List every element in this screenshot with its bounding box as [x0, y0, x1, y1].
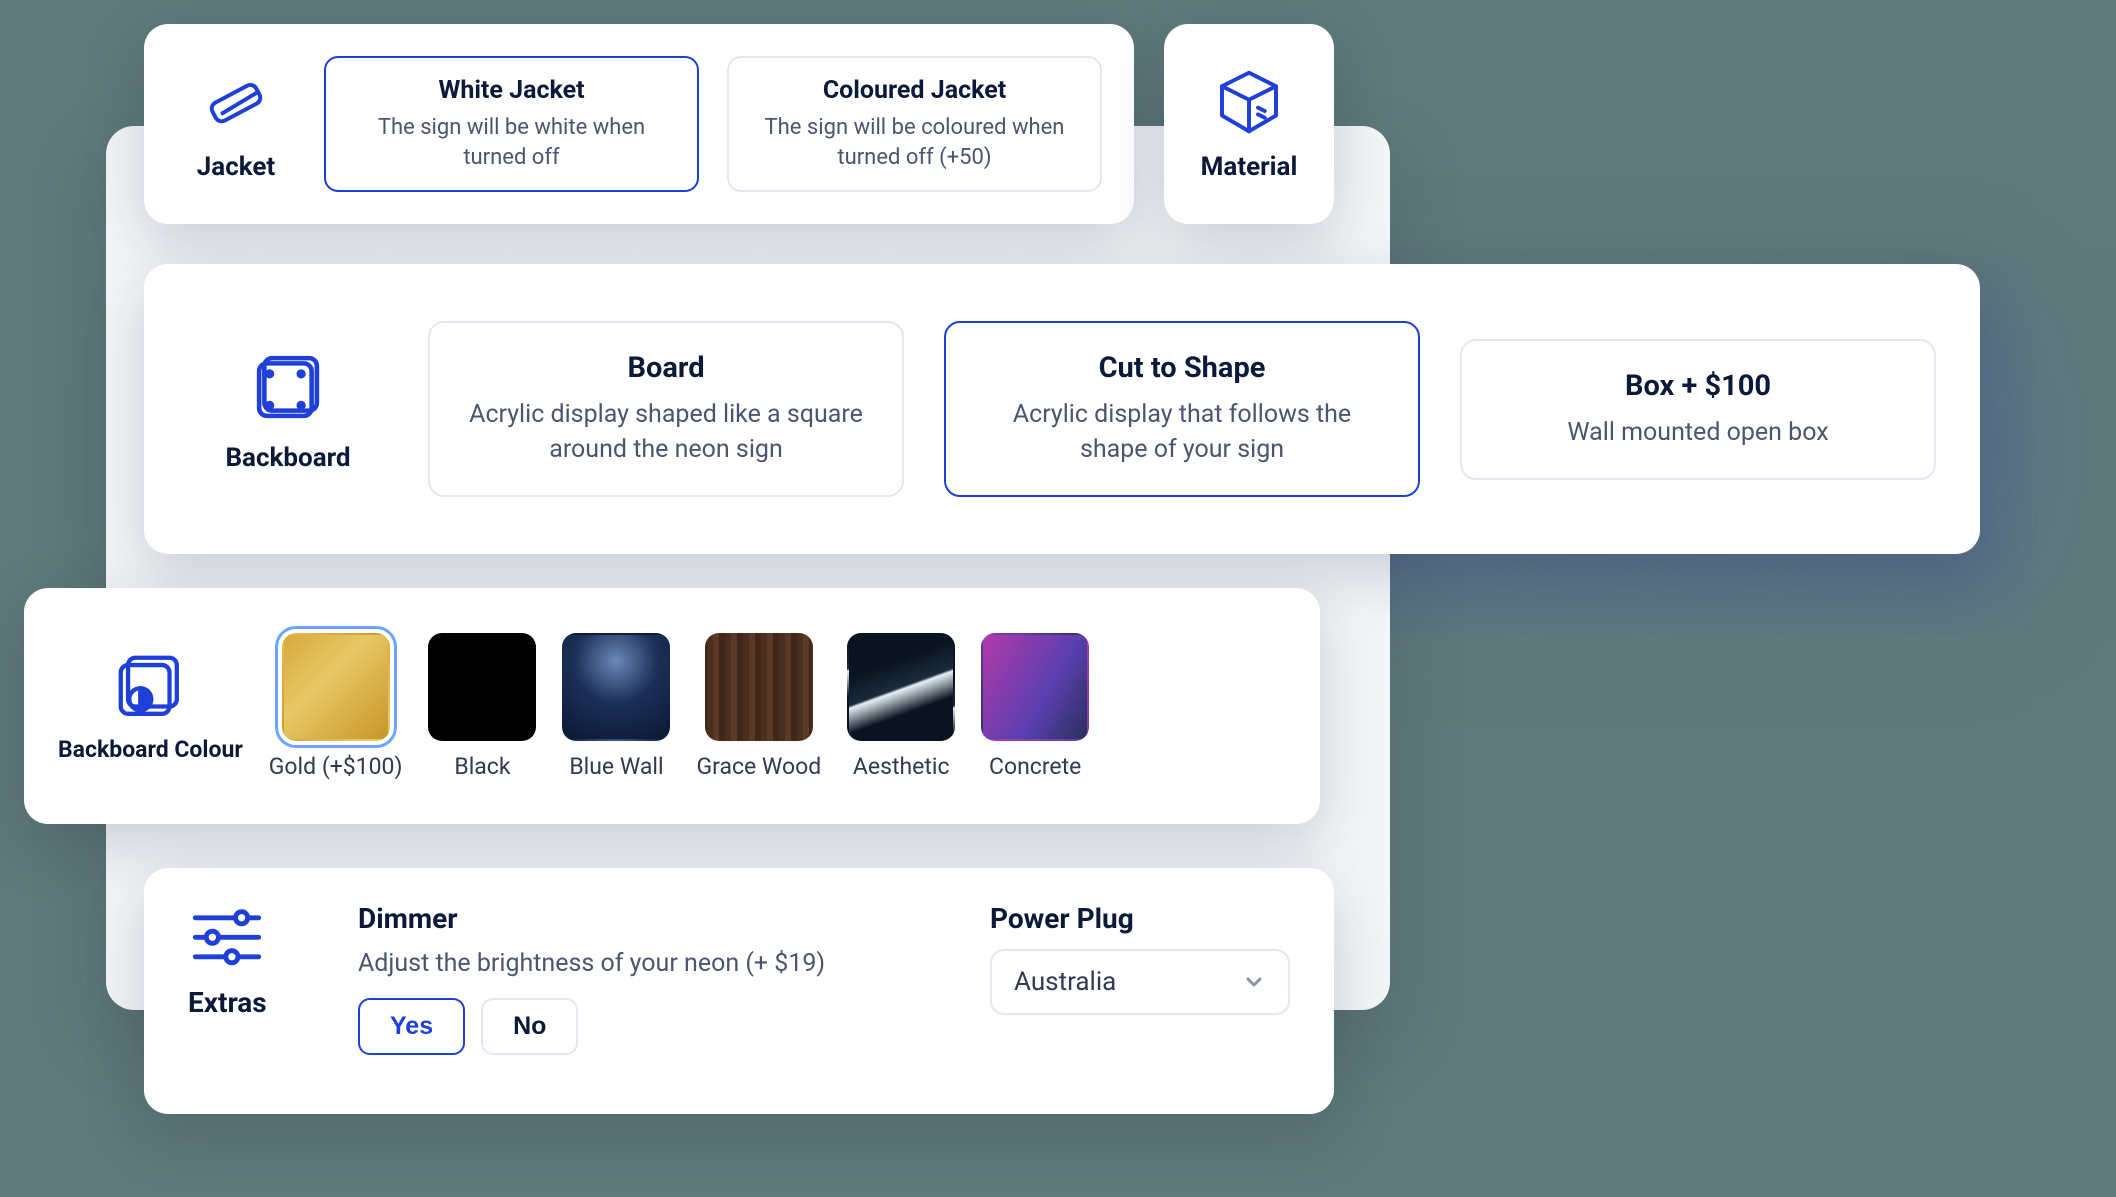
dimmer-title: Dimmer	[358, 902, 950, 935]
swatch-thumb	[705, 633, 813, 741]
power-plug-value: Australia	[1014, 967, 1116, 997]
cube-icon	[1213, 66, 1285, 138]
jacket-section: Jacket White Jacket The sign will be whi…	[144, 24, 1134, 224]
dimmer-no-button[interactable]: No	[481, 998, 578, 1055]
backboard-colour-head: Backboard Colour	[58, 648, 243, 765]
dimmer-block: Dimmer Adjust the brightness of your neo…	[358, 902, 950, 1055]
material-label: Material	[1201, 152, 1298, 182]
swatch-concrete[interactable]: Concrete	[981, 633, 1089, 780]
swatch-label: Gold (+$100)	[269, 753, 403, 780]
option-title: Coloured Jacket	[755, 76, 1074, 105]
option-title: Box + $100	[1492, 369, 1904, 403]
swatch-label: Blue Wall	[569, 753, 663, 780]
material-section[interactable]: Material	[1164, 24, 1334, 224]
backboard-icon	[246, 345, 330, 429]
jacket-option-white[interactable]: White Jacket The sign will be white when…	[324, 56, 699, 192]
swatch-label: Concrete	[989, 753, 1081, 780]
jacket-label: Jacket	[197, 152, 275, 182]
power-plug-title: Power Plug	[990, 902, 1290, 935]
option-desc: The sign will be white when turned off	[352, 113, 671, 172]
option-desc: Wall mounted open box	[1492, 415, 1904, 450]
extras-label: Extras	[188, 986, 267, 1019]
swatch-thumb	[562, 633, 670, 741]
swatch-label: Aesthetic	[853, 753, 950, 780]
swatch-blue-wall[interactable]: Blue Wall	[562, 633, 670, 780]
backboard-option-board[interactable]: Board Acrylic display shaped like a squa…	[428, 321, 904, 497]
option-title: White Jacket	[352, 76, 671, 105]
backboard-option-cut-to-shape[interactable]: Cut to Shape Acrylic display that follow…	[944, 321, 1420, 497]
option-title: Cut to Shape	[976, 351, 1388, 385]
extras-head: Extras	[188, 908, 318, 1019]
dimmer-desc: Adjust the brightness of your neon (+ $1…	[358, 949, 950, 978]
swatch-label: Grace Wood	[696, 753, 821, 780]
backboard-colour-icon	[111, 648, 189, 726]
jacket-option-coloured[interactable]: Coloured Jacket The sign will be coloure…	[727, 56, 1102, 192]
power-plug-select[interactable]: Australia	[990, 949, 1290, 1015]
option-title: Board	[460, 351, 872, 385]
chevron-down-icon	[1242, 970, 1266, 994]
option-desc: Acrylic display shaped like a square aro…	[460, 397, 872, 467]
option-desc: The sign will be coloured when turned of…	[755, 113, 1074, 172]
jacket-head: Jacket	[176, 66, 296, 182]
power-plug-block: Power Plug Australia	[990, 902, 1290, 1015]
swatch-thumb	[981, 633, 1089, 741]
jacket-icon	[200, 66, 272, 138]
option-desc: Acrylic display that follows the shape o…	[976, 397, 1388, 467]
backboard-colour-section: Backboard Colour Gold (+$100) Black Blue…	[24, 588, 1320, 824]
backboard-section: Backboard Board Acrylic display shaped l…	[144, 264, 1980, 554]
sliders-icon	[188, 908, 266, 968]
swatch-thumb	[428, 633, 536, 741]
swatch-thumb	[282, 633, 390, 741]
backboard-label: Backboard	[225, 443, 350, 473]
backboard-head: Backboard	[188, 345, 388, 473]
swatch-aesthetic[interactable]: Aesthetic	[847, 633, 955, 780]
backboard-colour-label: Backboard Colour	[58, 736, 243, 765]
swatch-gold[interactable]: Gold (+$100)	[269, 633, 403, 780]
swatch-thumb	[847, 633, 955, 741]
swatch-grace-wood[interactable]: Grace Wood	[696, 633, 821, 780]
swatch-label: Black	[454, 753, 510, 780]
extras-section: Extras Dimmer Adjust the brightness of y…	[144, 868, 1334, 1114]
dimmer-yes-button[interactable]: Yes	[358, 998, 465, 1055]
backboard-option-box[interactable]: Box + $100 Wall mounted open box	[1460, 339, 1936, 480]
swatch-black[interactable]: Black	[428, 633, 536, 780]
